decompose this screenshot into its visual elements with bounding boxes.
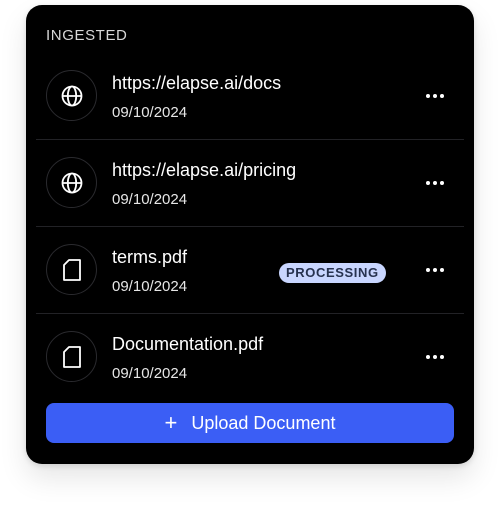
section-title: INGESTED bbox=[46, 27, 128, 44]
more-options-button[interactable] bbox=[420, 344, 450, 370]
item-name: https://elapse.ai/pricing bbox=[112, 160, 297, 180]
item-date: 09/10/2024 bbox=[112, 191, 188, 208]
status-badge: PROCESSING bbox=[279, 263, 386, 283]
dot bbox=[433, 268, 437, 272]
file-icon bbox=[46, 331, 97, 382]
dot bbox=[433, 94, 437, 98]
list-item[interactable]: https://elapse.ai/pricing 09/10/2024 bbox=[36, 140, 464, 227]
item-date: 09/10/2024 bbox=[112, 278, 188, 295]
list-item[interactable]: Documentation.pdf 09/10/2024 bbox=[36, 314, 464, 401]
item-date: 09/10/2024 bbox=[112, 104, 188, 121]
file-icon bbox=[46, 244, 97, 295]
plus-icon: + bbox=[164, 410, 178, 435]
more-options-button[interactable] bbox=[420, 170, 450, 196]
dot bbox=[426, 181, 430, 185]
dot bbox=[433, 181, 437, 185]
item-name: terms.pdf bbox=[112, 247, 188, 267]
list-item[interactable]: terms.pdf 09/10/2024 PROCESSING bbox=[36, 227, 464, 314]
dot bbox=[426, 268, 430, 272]
ingested-panel: INGESTED https://elapse.ai/docs 09/10/20… bbox=[26, 5, 474, 464]
dot bbox=[426, 94, 430, 98]
more-options-button[interactable] bbox=[420, 257, 450, 283]
globe-icon bbox=[46, 157, 97, 208]
item-date: 09/10/2024 bbox=[112, 365, 188, 382]
upload-button-label: Upload Document bbox=[191, 412, 336, 433]
more-options-button[interactable] bbox=[420, 83, 450, 109]
dot bbox=[433, 355, 437, 359]
dot bbox=[440, 94, 444, 98]
dot bbox=[426, 355, 430, 359]
upload-document-button[interactable]: + Upload Document bbox=[46, 403, 454, 443]
globe-icon bbox=[46, 70, 97, 121]
list-item[interactable]: https://elapse.ai/docs 09/10/2024 bbox=[36, 53, 464, 140]
item-name: https://elapse.ai/docs bbox=[112, 73, 282, 93]
dot bbox=[440, 355, 444, 359]
item-name: Documentation.pdf bbox=[112, 334, 264, 354]
dot bbox=[440, 268, 444, 272]
ingested-list: https://elapse.ai/docs 09/10/2024 https:… bbox=[36, 53, 464, 401]
dot bbox=[440, 181, 444, 185]
